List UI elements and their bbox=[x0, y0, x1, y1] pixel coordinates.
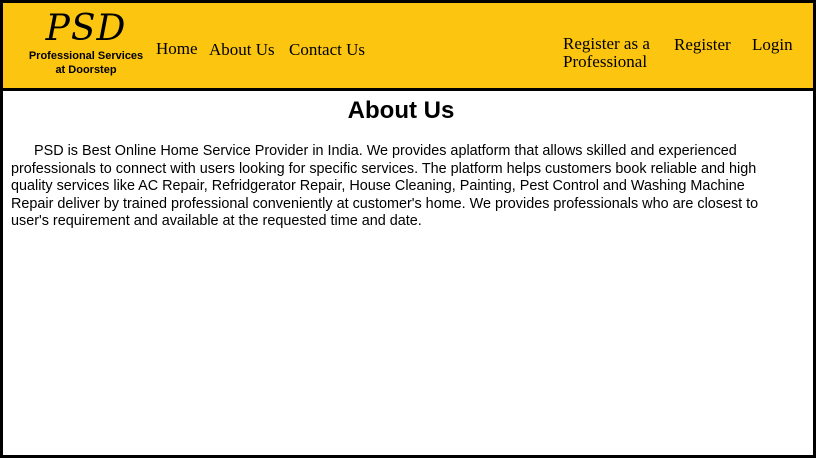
page-title: About Us bbox=[347, 97, 455, 124]
nav-link-contact[interactable]: Contact Us bbox=[289, 41, 365, 59]
nav-link-register[interactable]: Register bbox=[674, 36, 731, 54]
about-description: PSD is Best Online Home Service Provider… bbox=[11, 143, 759, 229]
nav-link-home[interactable]: Home bbox=[156, 40, 198, 58]
logo-tagline-line-1: Professional Services bbox=[28, 50, 144, 62]
page-frame: PSD Professional Services at Doorstep Ho… bbox=[0, 0, 816, 458]
nav-link-login[interactable]: Login bbox=[752, 36, 793, 54]
logo-tagline-line-2: at Doorstep bbox=[55, 64, 117, 76]
nav-link-about[interactable]: About Us bbox=[209, 41, 275, 59]
site-header: PSD Professional Services at Doorstep Ho… bbox=[3, 3, 813, 91]
site-logo[interactable]: PSD Professional Services at Doorstep bbox=[29, 8, 143, 77]
logo-text: PSD bbox=[45, 8, 127, 49]
nav-link-register-professional[interactable]: Register as a Professional bbox=[563, 35, 663, 71]
